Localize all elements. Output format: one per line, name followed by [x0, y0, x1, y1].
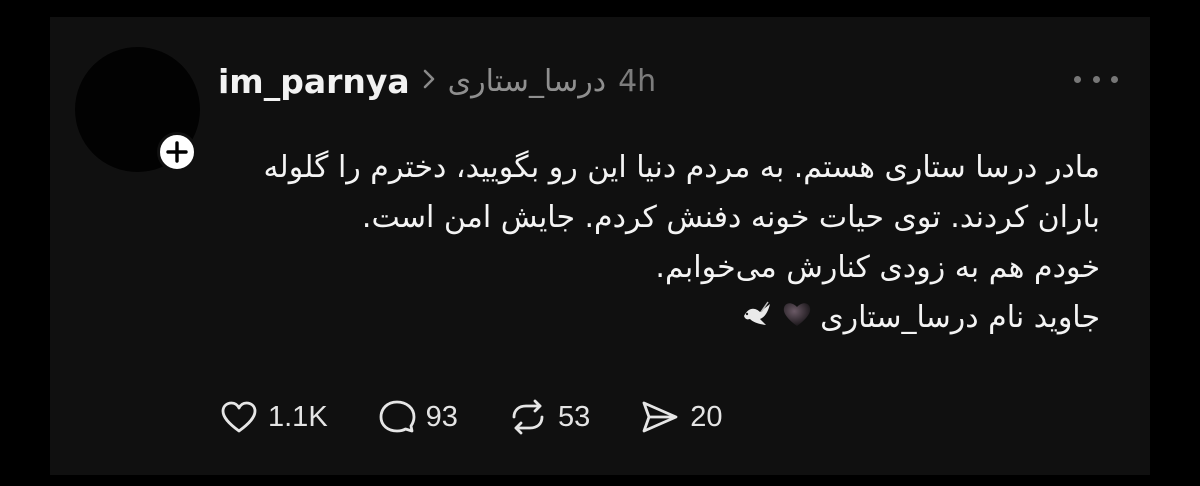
- reply-button[interactable]: 93: [378, 399, 458, 435]
- community-tag[interactable]: درسا_ستاری: [448, 64, 606, 99]
- repost-button[interactable]: 53: [508, 397, 590, 437]
- username[interactable]: im_parnya: [218, 62, 410, 101]
- post-line-last: جاوید نام درسا_ستاری: [260, 293, 1100, 344]
- post-line: جاوید نام درسا_ستاری: [820, 300, 1100, 335]
- repost-count: 53: [557, 400, 591, 433]
- share-button[interactable]: 20: [640, 399, 722, 435]
- post-line: خودم هم به زودی کنارش می‌خوابم.: [655, 250, 1100, 285]
- black-heart-emoji: [782, 294, 812, 344]
- heart-icon: [221, 401, 257, 433]
- like-button[interactable]: 1.1K: [220, 400, 328, 434]
- dove-emoji: [740, 294, 774, 344]
- more-icon[interactable]: [1074, 67, 1118, 91]
- repost-icon: [512, 399, 544, 435]
- share-icon: [642, 401, 678, 433]
- post-time: 4h: [618, 63, 657, 99]
- like-count: 1.1K: [268, 400, 328, 433]
- post-line: مادر درسا ستاری هستم. به مردم دنیا این ر…: [263, 150, 1100, 185]
- action-bar: 1.1K 93 53 20: [220, 392, 772, 442]
- follow-button[interactable]: [157, 132, 197, 172]
- comment-icon: [379, 400, 416, 433]
- post-card: im_parnya درسا_ستاری 4h مادر درسا ستاری …: [50, 17, 1150, 475]
- post-line: باران کردند. توی حیات خونه دفنش کردم. جا…: [361, 200, 1100, 235]
- plus-icon: [166, 141, 188, 163]
- post-text: مادر درسا ستاری هستم. به مردم دنیا این ر…: [260, 143, 1100, 344]
- chevron-right-icon: [422, 68, 436, 95]
- reply-count: 93: [425, 400, 458, 433]
- share-count: 20: [690, 400, 723, 433]
- post-header: im_parnya درسا_ستاری 4h: [218, 59, 656, 103]
